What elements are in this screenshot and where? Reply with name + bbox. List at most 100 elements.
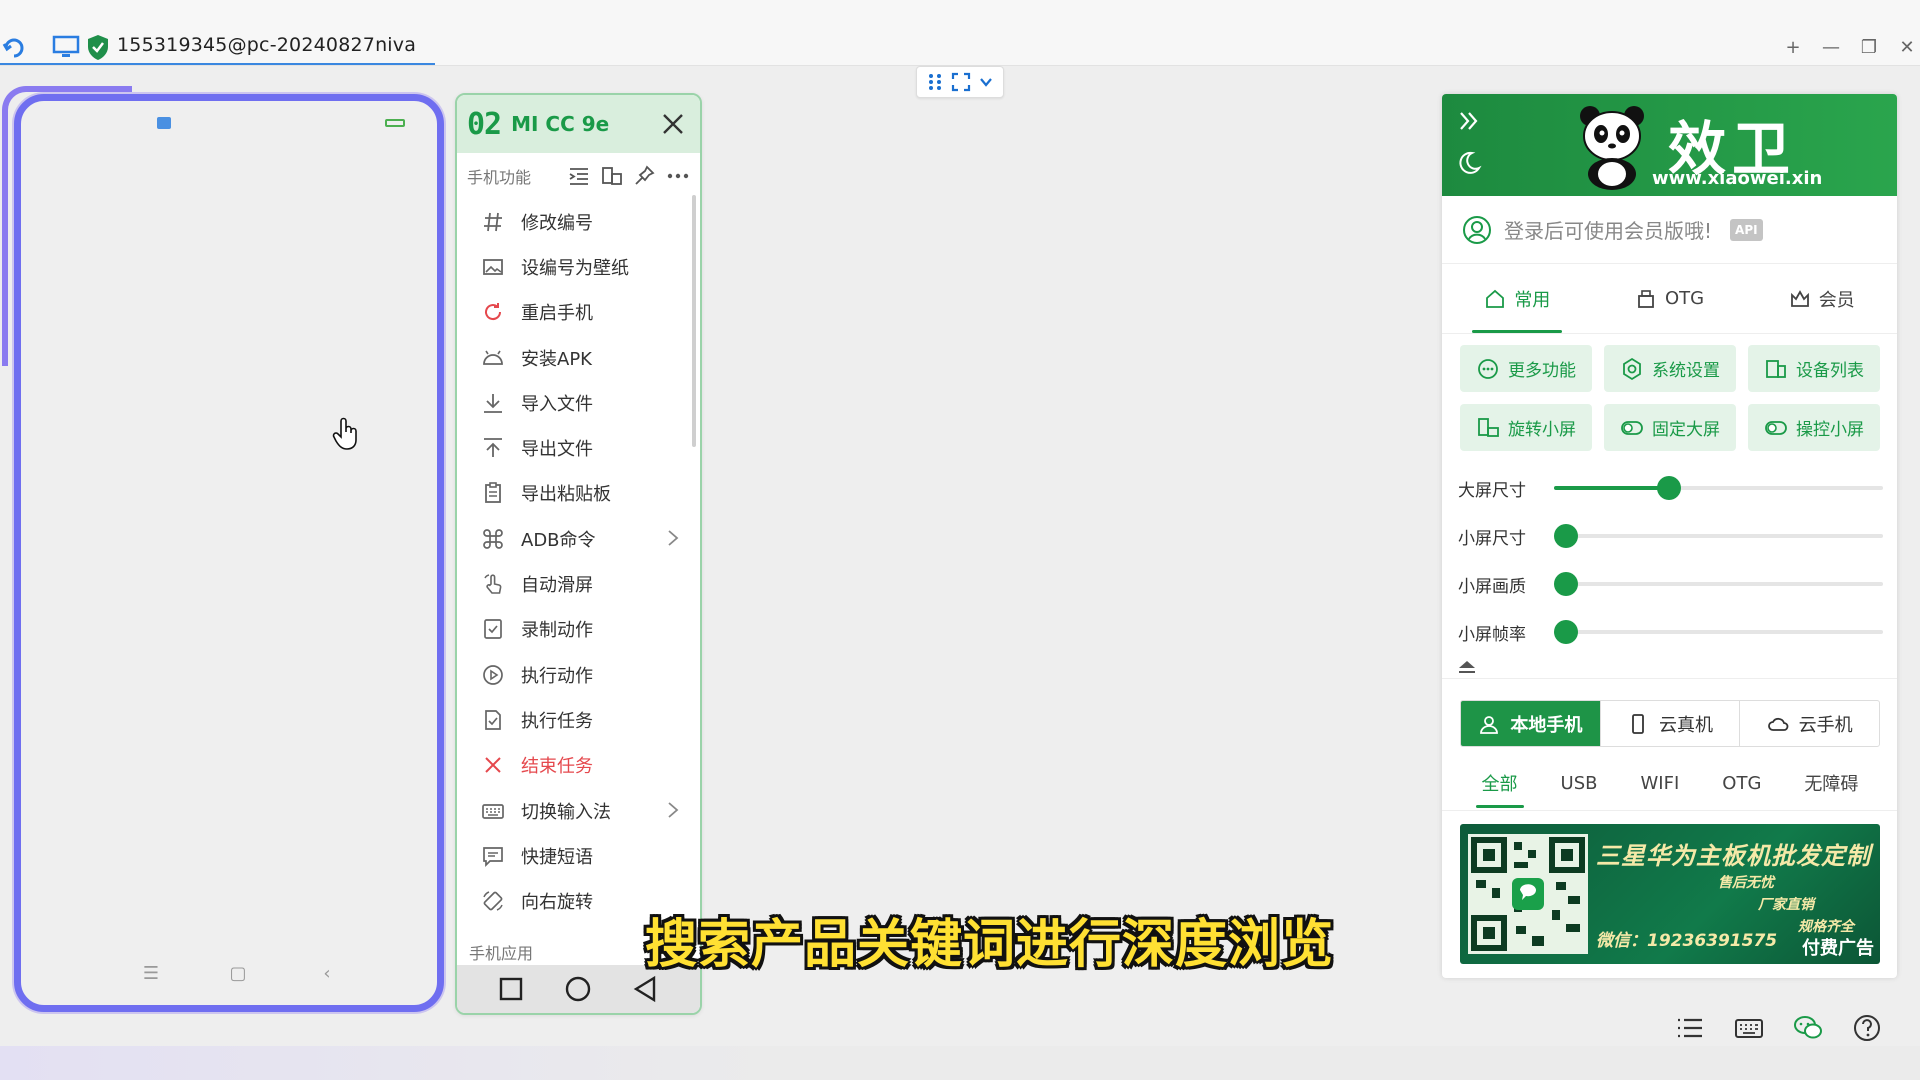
back-nav-icon[interactable]: ‹ xyxy=(315,963,339,984)
close-window-button[interactable]: ✕ xyxy=(1896,36,1918,58)
menu-item-install-apk[interactable]: 安装APK xyxy=(457,335,700,380)
menu-item-wallpaper[interactable]: 设编号为壁纸 xyxy=(457,244,700,289)
pin-icon[interactable] xyxy=(633,165,657,187)
grid-icon[interactable] xyxy=(926,72,944,92)
conn-tab-wifi[interactable]: WIFI xyxy=(1634,758,1685,808)
slider-track[interactable] xyxy=(1554,620,1883,644)
android-icon xyxy=(483,350,503,365)
menu-item-restart[interactable]: 重启手机 xyxy=(457,290,700,335)
chevron-right-icon xyxy=(668,530,679,546)
phone-screen[interactable]: ☰ ▢ ‹ xyxy=(14,94,444,1012)
swipe-icon xyxy=(484,574,502,594)
conn-tab-all[interactable]: 全部 xyxy=(1475,758,1524,808)
back-icon[interactable] xyxy=(632,975,660,1003)
slider-handle[interactable] xyxy=(1554,572,1578,596)
connection-tabs: 全部 USB WIFI OTG 无障碍 xyxy=(1460,758,1880,808)
menu-item-export-clipboard[interactable]: 导出粘贴板 xyxy=(457,471,700,516)
menu-item-import-file[interactable]: 导入文件 xyxy=(457,380,700,425)
view-toolbar xyxy=(916,66,1004,98)
indent-icon[interactable] xyxy=(567,165,591,187)
apps-section-label: 手机应用 xyxy=(469,944,534,963)
slider-small-size: 小屏尺寸 xyxy=(1458,512,1883,560)
collapse-icon[interactable] xyxy=(1456,658,1478,674)
phone-function-panel: 02 MI CC 9e 手机功能 修改编号 设编号为壁纸 重启手机 安装APK … xyxy=(455,93,702,1015)
tab-otg[interactable]: OTG xyxy=(1617,264,1722,333)
menu-nav-icon[interactable]: ☰ xyxy=(139,963,163,984)
home-icon[interactable] xyxy=(564,975,592,1003)
menu-item-auto-swipe[interactable]: 自动滑屏 xyxy=(457,561,700,606)
slider-small-framerate: 小屏帧率 xyxy=(1458,608,1883,656)
screens-icon[interactable] xyxy=(600,165,624,187)
help-icon[interactable] xyxy=(1851,1012,1883,1044)
conn-tab-otg[interactable]: OTG xyxy=(1716,758,1767,808)
control-small-screen-toggle[interactable]: 操控小屏 xyxy=(1748,404,1880,451)
login-prompt[interactable]: 登录后可使用会员版哦! API xyxy=(1442,196,1897,264)
slider-label: 小屏画质 xyxy=(1458,576,1526,597)
more-icon[interactable] xyxy=(666,165,690,187)
restore-button[interactable]: ❐ xyxy=(1858,36,1880,58)
menu-item-record-action[interactable]: 录制动作 xyxy=(457,607,700,652)
double-chevron-right-icon[interactable] xyxy=(1456,108,1482,134)
menu-item-label: 设编号为壁纸 xyxy=(521,257,629,279)
chevron-down-icon[interactable] xyxy=(978,74,994,90)
recents-icon[interactable] xyxy=(497,975,525,1003)
slider-track[interactable] xyxy=(1554,476,1883,500)
close-icon[interactable] xyxy=(660,111,686,137)
more-functions-button[interactable]: 更多功能 xyxy=(1460,345,1592,392)
menu-item-label: 快捷短语 xyxy=(521,846,593,868)
slider-handle[interactable] xyxy=(1657,476,1682,500)
home-nav-icon[interactable]: ▢ xyxy=(226,963,250,984)
toggle-off-icon xyxy=(1765,420,1787,435)
api-badge[interactable]: API xyxy=(1730,218,1763,241)
system-settings-button[interactable]: 系统设置 xyxy=(1604,345,1736,392)
keyboard-icon[interactable] xyxy=(1733,1012,1765,1044)
device-list-button[interactable]: 设备列表 xyxy=(1748,345,1880,392)
conn-tab-usb[interactable]: USB xyxy=(1555,758,1604,808)
command-icon xyxy=(483,528,503,549)
device-number: 02 xyxy=(467,106,502,142)
slider-track[interactable] xyxy=(1554,572,1883,596)
menu-item-quick-phrase[interactable]: 快捷短语 xyxy=(457,833,700,878)
home-icon xyxy=(1486,289,1505,308)
new-window-button[interactable]: + xyxy=(1782,36,1804,58)
local-phone-tab[interactable]: 本地手机 xyxy=(1461,701,1601,746)
slider-handle[interactable] xyxy=(1554,524,1578,548)
more-circle-icon xyxy=(1478,358,1498,379)
button-label: 更多功能 xyxy=(1508,361,1576,381)
play-icon xyxy=(483,664,503,685)
cloud-real-phone-tab[interactable]: 云真机 xyxy=(1601,701,1741,746)
minimize-button[interactable]: — xyxy=(1820,36,1842,58)
conn-tab-accessibility[interactable]: 无障碍 xyxy=(1798,758,1864,808)
section-label: 手机功能 xyxy=(467,168,532,187)
menu-item-label: 导出文件 xyxy=(521,439,593,461)
advertisement-banner[interactable]: 三星华为主板机批发定制 售后无忧 厂家直销 规格齐全 微信：1923639157… xyxy=(1460,824,1880,964)
menu-item-run-action[interactable]: 执行动作 xyxy=(457,652,700,697)
menu-item-switch-ime[interactable]: 切换输入法 xyxy=(457,788,700,833)
cloud-phone-tab[interactable]: 云手机 xyxy=(1740,701,1879,746)
slider-track[interactable] xyxy=(1554,524,1883,548)
tab-label: OTG xyxy=(1664,288,1705,309)
menu-scrollbar[interactable] xyxy=(692,195,696,447)
pin-large-screen-toggle[interactable]: 固定大屏 xyxy=(1604,404,1736,451)
device-model: MI CC 9e xyxy=(511,112,610,136)
ad-paid-label: 付费广告 xyxy=(1802,938,1874,959)
rotate-small-screen-button[interactable]: 旋转小屏 xyxy=(1460,404,1592,451)
menu-item-end-task[interactable]: 结束任务 xyxy=(457,743,700,788)
menu-item-run-task[interactable]: 执行任务 xyxy=(457,697,700,742)
menu-item-label: 导出粘贴板 xyxy=(521,484,611,506)
list-icon[interactable] xyxy=(1674,1012,1706,1044)
moon-icon[interactable] xyxy=(1456,150,1482,176)
menu-item-adb-command[interactable]: ADB命令 xyxy=(457,516,700,561)
function-buttons: 更多功能 系统设置 设备列表 旋转小屏 固定大屏 操控小屏 xyxy=(1460,345,1880,451)
fullscreen-icon[interactable] xyxy=(951,72,971,92)
main-tabs: 常用 OTG 会员 xyxy=(1442,264,1897,334)
wechat-icon[interactable] xyxy=(1792,1012,1824,1044)
slider-handle[interactable] xyxy=(1554,620,1578,644)
device-type-label: 云手机 xyxy=(1798,714,1853,736)
menu-item-rename[interactable]: 修改编号 xyxy=(457,199,700,244)
tab-common[interactable]: 常用 xyxy=(1466,264,1568,333)
menu-item-export-file[interactable]: 导出文件 xyxy=(457,425,700,470)
crown-icon xyxy=(1790,289,1809,307)
tab-member[interactable]: 会员 xyxy=(1771,264,1873,333)
monitor-icon[interactable] xyxy=(52,34,80,60)
